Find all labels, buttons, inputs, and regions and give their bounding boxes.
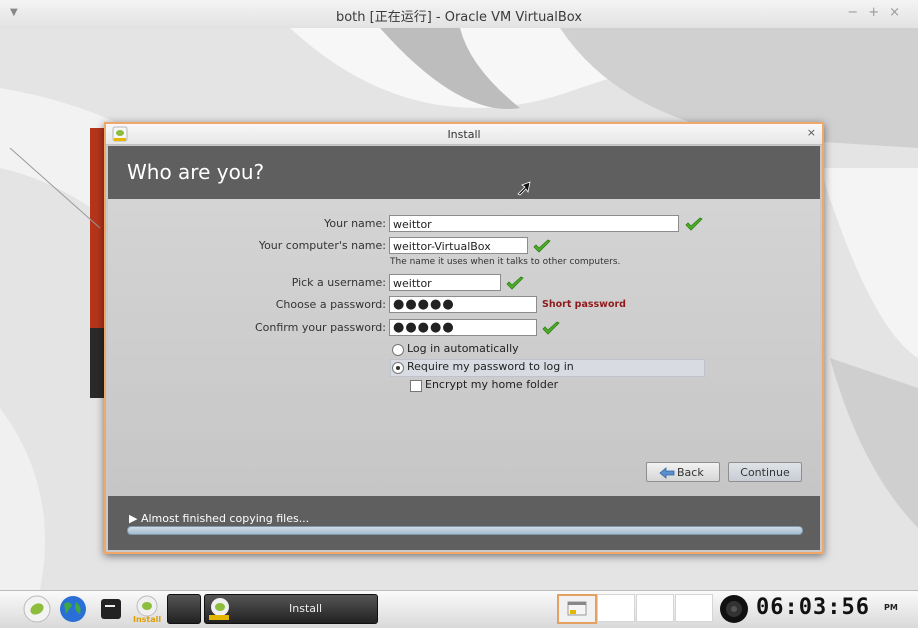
username-label: Pick a username:: [291, 276, 386, 289]
install-window-title: Install: [447, 128, 481, 141]
computer-name-input[interactable]: weittor-VirtualBox: [389, 237, 528, 254]
your-name-valid-icon: [685, 217, 703, 231]
workspace-1[interactable]: [557, 594, 597, 624]
taskbar: Install Install 06:03:56 PM: [0, 590, 918, 628]
maximize-icon[interactable]: +: [868, 5, 889, 20]
computer-name-valid-icon: [533, 239, 551, 253]
page-header: Who are you?: [108, 146, 820, 199]
workspace-2[interactable]: [597, 594, 635, 622]
computer-name-label: Your computer's name:: [258, 239, 386, 252]
username-input[interactable]: weittor: [389, 274, 501, 291]
progress-status-text[interactable]: ▶ Almost finished copying files...: [129, 512, 309, 525]
task-button-install[interactable]: Install: [204, 594, 378, 624]
back-button-label: Back: [677, 466, 704, 479]
require-password-radio[interactable]: [392, 362, 404, 374]
confirm-password-input[interactable]: ●●●●●: [389, 319, 537, 336]
copy-progress-bar: [127, 526, 803, 535]
username-valid-icon: [506, 276, 524, 290]
install-titlebar: Install ×: [106, 124, 822, 145]
page-title: Who are you?: [127, 160, 265, 184]
require-password-label[interactable]: Require my password to log in: [407, 360, 574, 373]
workspace-3[interactable]: [636, 594, 674, 622]
continue-button[interactable]: Continue: [728, 462, 802, 482]
computer-name-hint: The name it uses when it talks to other …: [390, 257, 621, 267]
workspace-4[interactable]: [675, 594, 713, 622]
task-install-icon: [209, 598, 229, 620]
confirm-password-valid-icon: [542, 321, 560, 335]
your-name-input[interactable]: weittor: [389, 215, 679, 232]
close-icon[interactable]: ×: [889, 5, 910, 20]
your-name-label: Your name:: [324, 217, 386, 230]
confirm-password-label: Confirm your password:: [254, 321, 386, 334]
install-window: Install × Who are you? Your name: weitto…: [104, 122, 824, 554]
terminal-icon[interactable]: [96, 594, 126, 624]
host-window-title: both [正在运行] - Oracle VM VirtualBox: [335, 10, 583, 25]
speaker-icon[interactable]: [718, 594, 750, 624]
auto-login-radio[interactable]: [392, 344, 404, 356]
back-arrow-icon: [659, 467, 675, 479]
encrypt-home-checkbox[interactable]: [410, 380, 422, 392]
install-close-icon[interactable]: ×: [807, 126, 816, 139]
install-launcher-label: Install: [133, 615, 162, 624]
back-button[interactable]: Back: [646, 462, 720, 482]
password-input[interactable]: ●●●●●: [389, 296, 537, 313]
mouse-cursor-icon: [517, 181, 531, 196]
task-button-label: Install: [289, 602, 323, 615]
form-body: Your name: weittor Your computer's name:…: [108, 199, 820, 496]
password-label: Choose a password:: [275, 298, 386, 311]
progress-area: ▶ Almost finished copying files...: [108, 496, 820, 550]
globe-icon[interactable]: [58, 594, 88, 624]
clock-time[interactable]: 06:03:56: [756, 595, 870, 620]
host-window-controls: −+×: [847, 5, 910, 20]
host-titlebar: ▼ both [正在运行] - Oracle VM VirtualBox −+×: [0, 0, 918, 29]
encrypt-home-label[interactable]: Encrypt my home folder: [425, 378, 558, 391]
clock-ampm: PM: [884, 603, 898, 612]
leaf-icon[interactable]: [22, 594, 52, 624]
auto-login-label[interactable]: Log in automatically: [407, 342, 519, 355]
password-strength-text: Short password: [542, 299, 626, 310]
task-button-empty[interactable]: [167, 594, 201, 624]
guest-desktop: Install × Who are you? Your name: weitto…: [0, 28, 918, 590]
workspace-window-thumb-icon: [567, 601, 587, 616]
minimize-icon[interactable]: −: [847, 5, 868, 20]
